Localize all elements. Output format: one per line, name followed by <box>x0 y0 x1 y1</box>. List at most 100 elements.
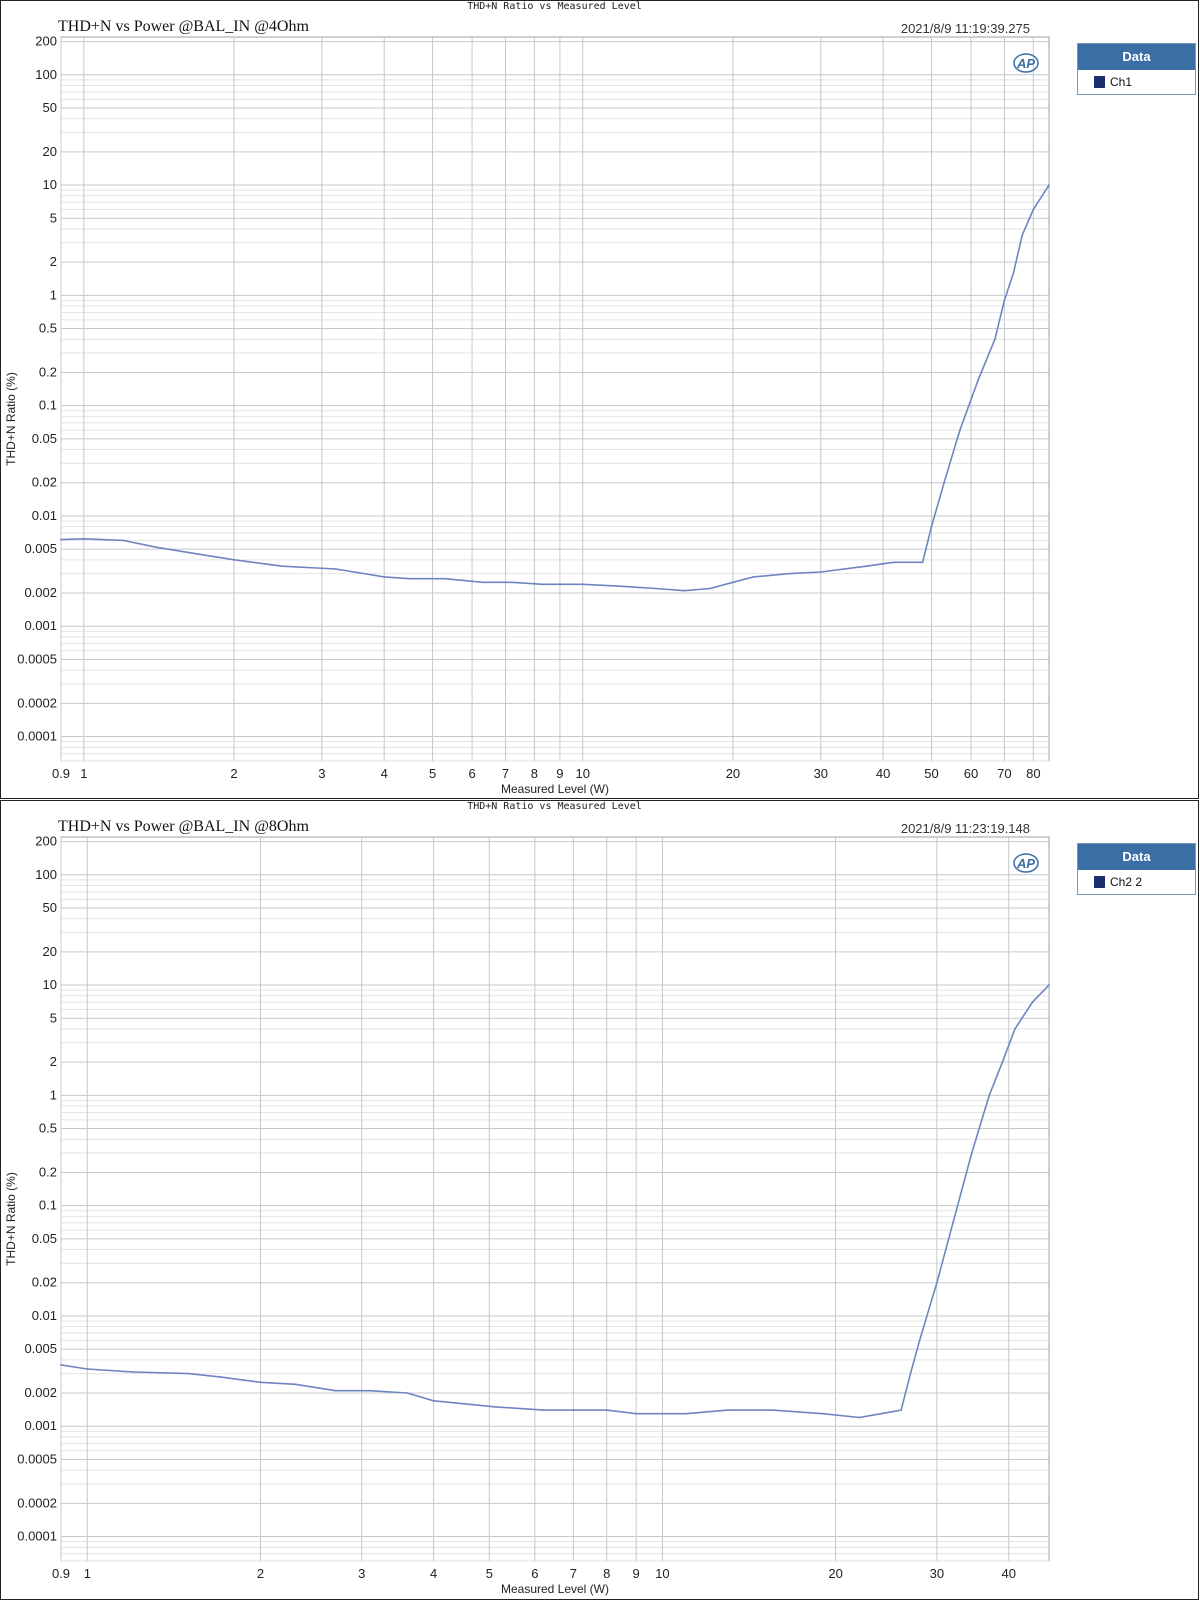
legend-title: Data <box>1078 844 1195 870</box>
data-point <box>880 1412 883 1415</box>
x-axis-label: Measured Level (W) <box>501 1582 609 1596</box>
x-tick-label: 5 <box>429 766 436 781</box>
data-point <box>727 1409 729 1412</box>
data-point <box>334 1389 337 1392</box>
x-tick-label: 8 <box>531 766 538 781</box>
data-point <box>685 1412 688 1415</box>
data-point <box>581 583 584 586</box>
legend-label: Ch2 2 <box>1110 875 1143 889</box>
data-point <box>621 585 624 588</box>
data-point <box>60 1363 62 1366</box>
legend-swatch <box>1094 876 1105 888</box>
data-point <box>572 1409 575 1412</box>
data-point <box>988 1094 991 1097</box>
x-tick-label: 2 <box>257 1566 264 1581</box>
data-point <box>900 1409 903 1412</box>
legend-item[interactable]: Ch1 <box>1078 70 1195 94</box>
legend-title: Data <box>1078 44 1195 70</box>
x-tick-label: 9 <box>556 766 563 781</box>
data-point <box>334 568 337 570</box>
data-point <box>732 581 734 584</box>
x-tick-label: 4 <box>381 766 388 781</box>
data-point <box>383 576 386 578</box>
y-tick-label: 2 <box>50 254 57 269</box>
data-point <box>654 587 657 590</box>
x-tick-label: 30 <box>930 1566 944 1581</box>
data-point <box>218 1376 221 1378</box>
legend-label: Ch1 <box>1110 75 1133 89</box>
plot-area <box>60 36 1050 762</box>
data-point <box>86 1368 89 1370</box>
data-point <box>952 1221 954 1224</box>
y-axis-label: THD+N Ratio (%) <box>4 372 18 466</box>
data-point <box>788 572 791 575</box>
x-tick-label: 0.9 <box>52 1566 70 1581</box>
data-point <box>605 1409 608 1412</box>
data-point <box>771 1409 773 1412</box>
x-tick-label: 80 <box>1026 766 1040 781</box>
y-tick-label: 20 <box>43 944 57 959</box>
x-tick-label: 7 <box>570 1566 577 1581</box>
data-point <box>510 581 513 584</box>
data-point <box>82 537 85 540</box>
y-tick-label: 0.0002 <box>17 1495 57 1510</box>
data-point <box>1048 184 1050 186</box>
data-point <box>60 538 62 541</box>
data-point <box>187 1372 190 1375</box>
y-tick-label: 0.05 <box>32 1231 57 1246</box>
y-tick-label: 0.001 <box>24 1418 57 1433</box>
y-tick-label: 10 <box>43 977 57 992</box>
data-point <box>858 1416 861 1419</box>
data-point <box>661 1412 664 1415</box>
data-point <box>541 583 544 586</box>
svg-text:AP: AP <box>1016 56 1035 71</box>
y-tick-label: 0.02 <box>32 1275 57 1290</box>
y-tick-label: 0.5 <box>39 321 57 336</box>
y-tick-label: 200 <box>35 34 57 49</box>
y-tick-label: 50 <box>43 900 57 915</box>
data-point <box>994 338 996 341</box>
x-tick-label: 10 <box>655 1566 669 1581</box>
x-tick-label: 40 <box>1001 1566 1015 1581</box>
data-point <box>493 1405 496 1408</box>
y-tick-label: 5 <box>50 1010 57 1025</box>
chart-panel-8ohm: THD+N Ratio vs Measured Level THD+N vs P… <box>0 800 1199 1600</box>
y-tick-label: 1 <box>50 287 57 302</box>
x-tick-label: 70 <box>997 766 1011 781</box>
plot-4ohm: 0.0001 0.0002 0.0005 0.001 0.002 0.005 0.01 0.0… <box>4 34 1050 796</box>
legend: Data Ch1 <box>1077 43 1196 95</box>
y-tick-label: 0.0001 <box>17 1529 57 1544</box>
y-tick-label: 0.002 <box>24 1385 57 1400</box>
data-point <box>1048 984 1050 986</box>
y-tick-label: 0.1 <box>39 1198 57 1213</box>
svg-text:AP: AP <box>1016 856 1035 871</box>
y-tick-label: 0.0002 <box>17 695 57 710</box>
data-point <box>432 1399 435 1402</box>
y-tick-label: 0.1 <box>39 398 57 413</box>
data-point <box>935 1281 938 1284</box>
data-point <box>1021 234 1024 237</box>
y-tick-label: 0.001 <box>24 618 57 633</box>
data-point <box>408 577 411 580</box>
y-tick-label: 20 <box>43 144 57 159</box>
x-tick-label: 6 <box>531 1566 538 1581</box>
data-point <box>1031 1001 1034 1004</box>
x-tick-label: 20 <box>726 766 740 781</box>
x-tick-label: 3 <box>358 1566 365 1581</box>
data-point <box>406 1392 409 1394</box>
data-point <box>970 1152 973 1154</box>
legend-item[interactable]: Ch2 2 <box>1078 870 1195 894</box>
y-tick-label: 0.01 <box>32 1308 57 1323</box>
data-point <box>683 589 686 592</box>
ap-logo-icon: AP <box>1013 853 1039 873</box>
data-point <box>921 561 924 564</box>
y-tick-label: 0.5 <box>39 1121 57 1136</box>
plot-area <box>60 836 1050 1562</box>
y-tick-label: 0.0005 <box>17 651 57 666</box>
x-axis-label: Measured Level (W) <box>501 782 609 796</box>
x-tick-label: 0.9 <box>52 766 70 781</box>
data-point <box>197 553 200 556</box>
data-point <box>635 1412 638 1415</box>
y-tick-label: 0.01 <box>32 508 57 523</box>
x-tick-label: 3 <box>318 766 325 781</box>
